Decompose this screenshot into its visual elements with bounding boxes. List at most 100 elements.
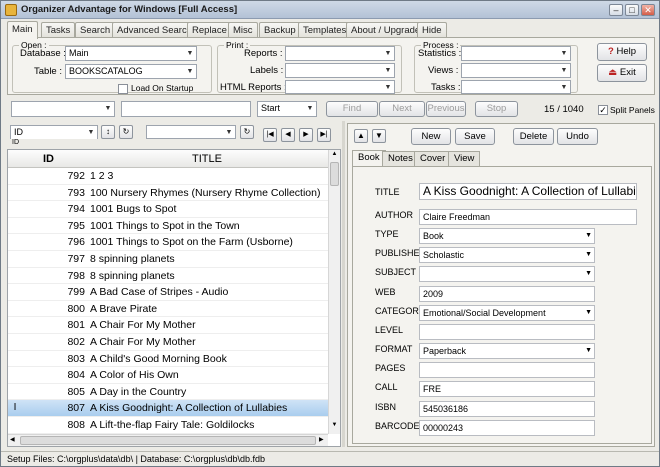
cell-title: 1001 Things to Spot on the Farm (Usborne… <box>90 236 293 249</box>
tab-advanced-search[interactable]: Advanced Search <box>112 22 197 38</box>
table-row[interactable]: 808 A Lift-the-flap Fairy Tale: Goldilock… <box>8 417 328 434</box>
table-row[interactable]: 805 A Day in the Country <box>8 384 328 401</box>
undo-button[interactable]: Undo <box>557 128 598 145</box>
search-field-select[interactable]: ▼ <box>11 101 115 117</box>
tab-templates[interactable]: Templates <box>298 22 352 38</box>
cell-title: A Day in the Country <box>90 385 187 398</box>
cell-title: A Child's Good Morning Book <box>90 352 227 365</box>
call-field[interactable]: FRE <box>419 381 595 397</box>
tab-view[interactable]: View <box>448 151 481 166</box>
tab-replace[interactable]: Replace <box>187 22 232 38</box>
tab-hide[interactable]: Hide <box>417 22 447 38</box>
scrollbar-thumb[interactable] <box>330 162 339 186</box>
column-header-title[interactable]: TITLE <box>192 153 222 165</box>
tab-book[interactable]: Book <box>352 150 386 166</box>
move-down-icon[interactable]: ▼ <box>372 129 386 143</box>
last-record-icon[interactable]: ▶| <box>317 128 331 142</box>
help-button[interactable]: ? Help <box>597 43 647 61</box>
row-indicator <box>8 168 22 184</box>
table-row[interactable]: 799 A Bad Case of Stripes - Audio <box>8 284 328 301</box>
table-row[interactable]: 797 8 spinning planets <box>8 251 328 268</box>
scroll-down-icon[interactable]: ▼ <box>330 422 339 431</box>
isbn-field[interactable]: 545036186 <box>419 401 595 417</box>
table-row[interactable]: 800 A Brave Pirate <box>8 301 328 318</box>
statistics-select[interactable]: ▼ <box>461 46 571 61</box>
chevron-down-icon: ▼ <box>558 81 570 93</box>
row-indicator <box>8 251 22 267</box>
filter-select[interactable]: ▼ <box>146 125 236 139</box>
scroll-up-icon[interactable]: ▲ <box>330 151 339 160</box>
scroll-right-icon[interactable]: ▶ <box>319 436 324 443</box>
column-header-id[interactable]: ID <box>43 153 54 165</box>
type-label: TYPE <box>375 229 399 239</box>
hscrollbar-thumb[interactable] <box>20 436 316 445</box>
labels-select[interactable]: ▼ <box>285 63 395 78</box>
table-row[interactable]: 796 1001 Things to Spot on the Farm (Usbo… <box>8 234 328 251</box>
move-up-icon[interactable]: ▲ <box>354 129 368 143</box>
type-select[interactable]: Book ▼ <box>419 228 595 244</box>
close-button[interactable]: ✕ <box>641 4 655 16</box>
author-field[interactable]: Claire Freedman <box>419 209 637 225</box>
new-button[interactable]: New <box>411 128 451 145</box>
sort-field-select[interactable]: ID ▼ <box>10 125 98 139</box>
tab-backup[interactable]: Backup <box>259 22 301 38</box>
delete-button[interactable]: Delete <box>513 128 554 145</box>
find-button[interactable]: Find <box>326 101 378 117</box>
table-row[interactable]: 793 100 Nursery Rhymes (Nursery Rhyme Col… <box>8 185 328 202</box>
first-record-icon[interactable]: |◀ <box>263 128 277 142</box>
barcode-field[interactable]: 00000243 <box>419 420 595 436</box>
reports-select[interactable]: ▼ <box>285 46 395 61</box>
pages-field[interactable] <box>419 362 595 378</box>
subject-select[interactable]: ▼ <box>419 266 595 282</box>
title-field[interactable]: A Kiss Goodnight: A Collection of Lullab… <box>419 183 637 200</box>
stop-button[interactable]: Stop <box>475 101 518 117</box>
database-select[interactable]: Main ▼ <box>65 46 197 61</box>
table-select[interactable]: BOOKSCATALOG ▼ <box>65 64 197 79</box>
refresh-icon[interactable]: ↻ <box>119 125 133 139</box>
table-row[interactable]: 792 1 2 3 <box>8 168 328 185</box>
html-reports-select[interactable]: ▼ <box>285 80 395 94</box>
views-select[interactable]: ▼ <box>461 63 571 78</box>
table-row[interactable]: I 807 A Kiss Goodnight: A Collection of Lu… <box>8 400 328 417</box>
tab-search[interactable]: Search <box>75 22 116 38</box>
tab-tasks[interactable]: Tasks <box>41 22 76 38</box>
table-row[interactable]: 804 A Color of His Own <box>8 367 328 384</box>
minimize-button[interactable]: – <box>609 4 623 16</box>
split-panels-checkbox[interactable]: ✓ <box>598 105 608 115</box>
search-mode-select[interactable]: Start ▼ <box>257 101 317 117</box>
tasks-select[interactable]: ▼ <box>461 80 571 94</box>
published-select[interactable]: Scholastic ▼ <box>419 247 595 263</box>
load-on-startup-checkbox[interactable] <box>118 84 128 94</box>
table-row[interactable]: 798 8 spinning planets <box>8 268 328 285</box>
next-record-icon[interactable]: ▶ <box>299 128 313 142</box>
scroll-left-icon[interactable]: ◀ <box>10 436 15 443</box>
sort-order-icon[interactable]: ↕ <box>101 125 115 139</box>
views-label: Views : <box>428 65 459 76</box>
tab-about-upgrade[interactable]: About / Upgrade <box>346 22 426 38</box>
row-indicator <box>8 201 22 217</box>
previous-record-icon[interactable]: ◀ <box>281 128 295 142</box>
tab-cover[interactable]: Cover <box>414 151 452 166</box>
save-button[interactable]: Save <box>455 128 495 145</box>
table-row[interactable]: 794 1001 Bugs to Spot <box>8 201 328 218</box>
maximize-button[interactable]: □ <box>625 4 639 16</box>
splitter[interactable] <box>342 121 345 447</box>
exit-button[interactable]: ⏏ Exit <box>597 64 647 82</box>
vertical-scrollbar[interactable]: ▲ ▼ <box>328 150 340 434</box>
tab-misc[interactable]: Misc <box>228 22 258 38</box>
format-select[interactable]: Paperback ▼ <box>419 343 595 359</box>
level-field[interactable] <box>419 324 595 340</box>
cell-id: 797 <box>67 253 85 265</box>
filter-refresh-icon[interactable]: ↻ <box>240 125 254 139</box>
previous-button[interactable]: Previous <box>426 101 466 117</box>
search-input[interactable] <box>121 101 251 117</box>
tab-main[interactable]: Main <box>7 21 38 39</box>
table-row[interactable]: 801 A Chair For My Mother <box>8 317 328 334</box>
horizontal-scrollbar[interactable]: ◀ ▶ <box>8 434 328 446</box>
table-row[interactable]: 795 1001 Things to Spot in the Town <box>8 218 328 235</box>
table-row[interactable]: 802 A Chair For My Mother <box>8 334 328 351</box>
table-row[interactable]: 803 A Child's Good Morning Book <box>8 351 328 368</box>
web-field[interactable]: 2009 <box>419 286 595 302</box>
next-button[interactable]: Next <box>379 101 425 117</box>
category-select[interactable]: Emotional/Social Development ▼ <box>419 305 595 321</box>
